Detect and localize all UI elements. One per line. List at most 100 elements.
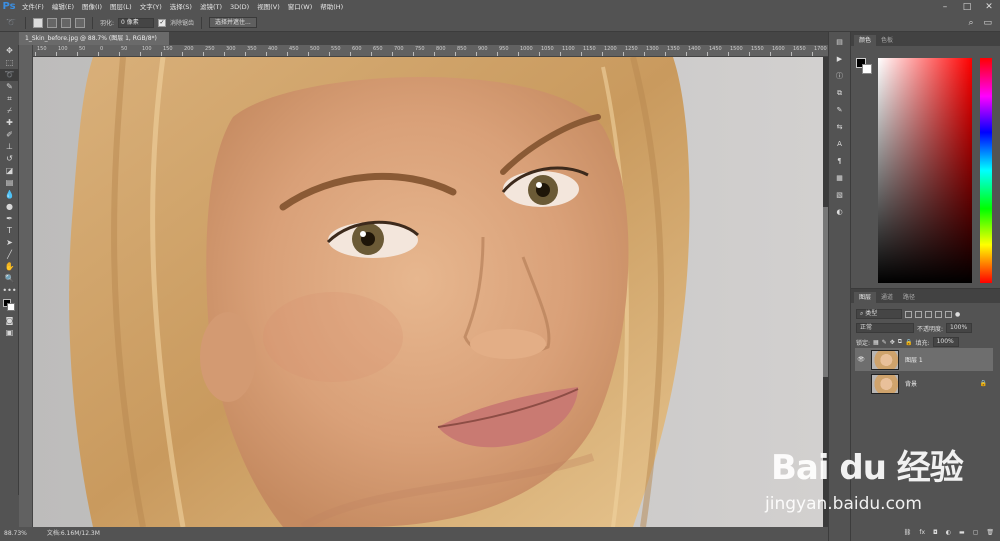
brush-tool-icon[interactable]: ✐ bbox=[0, 129, 19, 141]
properties-panel-icon[interactable]: ▧ bbox=[829, 189, 850, 202]
background-color-swatch[interactable] bbox=[7, 303, 15, 311]
menu-type[interactable]: 文字(Y) bbox=[136, 0, 166, 14]
gradient-tool-icon[interactable]: ▤ bbox=[0, 177, 19, 189]
navigator-panel-icon[interactable]: ⧉ bbox=[829, 87, 850, 100]
lock-position-icon[interactable]: ✥ bbox=[890, 339, 895, 346]
close-icon[interactable]: ✕ bbox=[978, 0, 1000, 14]
minimize-icon[interactable]: – bbox=[934, 0, 956, 14]
eraser-tool-icon[interactable]: ◪ bbox=[0, 165, 19, 177]
screen-mode-icon[interactable]: ▣ bbox=[0, 327, 19, 339]
hue-slider[interactable] bbox=[980, 58, 992, 283]
menu-window[interactable]: 窗口(W) bbox=[284, 0, 317, 14]
new-layer-icon[interactable]: ▢ bbox=[973, 529, 979, 536]
menu-filter[interactable]: 滤镜(T) bbox=[196, 0, 226, 14]
paragraph-panel-icon[interactable]: ¶ bbox=[829, 155, 850, 168]
marquee-tool-icon[interactable]: ⬚ bbox=[0, 57, 19, 69]
more-tools-icon[interactable]: ••• bbox=[0, 285, 19, 297]
tab-layers[interactable]: 图层 bbox=[854, 292, 877, 303]
line-tool-icon[interactable]: ╱ bbox=[0, 249, 19, 261]
menu-view[interactable]: 视图(V) bbox=[253, 0, 284, 14]
filter-pixel-icon[interactable] bbox=[905, 310, 912, 318]
document-tab[interactable]: 1_Skin_before.jpg @ 88.7% (图层 1, RGB/8*)… bbox=[19, 32, 169, 55]
lasso-tool-preset-icon[interactable]: ➰ bbox=[4, 17, 18, 29]
antialias-checkbox[interactable]: ✓ bbox=[158, 18, 167, 27]
filter-smart-object-icon[interactable] bbox=[945, 310, 952, 318]
layer-name[interactable]: 图层 1 bbox=[905, 355, 923, 364]
info-panel-icon[interactable]: ⓘ bbox=[829, 70, 850, 83]
select-and-mask-button[interactable]: 选择并遮住... bbox=[209, 17, 257, 28]
libraries-panel-icon[interactable]: ▦ bbox=[829, 172, 850, 185]
clone-stamp-tool-icon[interactable]: ⊥ bbox=[0, 141, 19, 153]
workspace-icon[interactable]: ▭ bbox=[983, 18, 992, 28]
crop-tool-icon[interactable]: ⌗ bbox=[0, 93, 19, 105]
lock-image-icon[interactable]: ✎ bbox=[882, 339, 887, 346]
color-panel-background-swatch[interactable] bbox=[862, 64, 872, 74]
path-selection-tool-icon[interactable]: ➤ bbox=[0, 237, 19, 249]
filter-adjustment-icon[interactable] bbox=[915, 310, 922, 318]
antialias-label: 消除锯齿 bbox=[170, 20, 195, 27]
filter-toggle-icon[interactable]: ● bbox=[955, 311, 960, 318]
blend-mode-select[interactable]: 正常 bbox=[856, 323, 914, 333]
maximize-icon[interactable]: □ bbox=[956, 0, 978, 14]
menu-layer[interactable]: 图层(L) bbox=[106, 0, 136, 14]
menu-image[interactable]: 图像(I) bbox=[78, 0, 106, 14]
tab-color[interactable]: 颜色 bbox=[854, 35, 877, 46]
add-to-selection-icon[interactable] bbox=[47, 17, 57, 28]
color-picker-field[interactable] bbox=[878, 58, 972, 283]
eye-icon[interactable]: 👁 bbox=[855, 356, 867, 363]
tab-swatches[interactable]: 色板 bbox=[876, 35, 898, 46]
layer-row-layer1[interactable]: 👁 图层 1 bbox=[855, 348, 993, 371]
ruler-tick-label: 600 bbox=[352, 46, 362, 52]
zoom-tool-icon[interactable]: 🔍 bbox=[0, 273, 19, 285]
menu-file[interactable]: 文件(F) bbox=[18, 0, 48, 14]
menu-3d[interactable]: 3D(D) bbox=[226, 0, 253, 14]
fill-input[interactable]: 100% bbox=[932, 337, 959, 347]
subtract-selection-icon[interactable] bbox=[61, 17, 71, 28]
menu-edit[interactable]: 编辑(E) bbox=[48, 0, 78, 14]
hand-tool-icon[interactable]: ✋ bbox=[0, 261, 19, 273]
brush-panel-icon[interactable]: ✎ bbox=[829, 104, 850, 117]
tab-channels[interactable]: 通道 bbox=[876, 292, 898, 303]
menu-select[interactable]: 选择(S) bbox=[166, 0, 196, 14]
blur-tool-icon[interactable]: 💧 bbox=[0, 189, 19, 201]
move-tool-icon[interactable]: ✥ bbox=[0, 45, 19, 57]
delete-layer-icon[interactable]: 🗑 bbox=[986, 529, 994, 536]
type-tool-icon[interactable]: T bbox=[0, 225, 19, 237]
intersect-selection-icon[interactable] bbox=[75, 17, 85, 28]
feather-input[interactable]: 0 像素 bbox=[118, 17, 155, 28]
layer-style-icon[interactable]: fx bbox=[919, 529, 925, 536]
lock-transparent-icon[interactable]: ▦ bbox=[873, 339, 879, 346]
styles-panel-icon[interactable]: ◐ bbox=[829, 206, 850, 219]
lock-artboard-icon[interactable]: ⧉ bbox=[898, 338, 902, 346]
layer-row-background[interactable]: 背景 🔒 bbox=[855, 372, 993, 395]
layer-name[interactable]: 背景 bbox=[905, 379, 917, 388]
actions-panel-icon[interactable]: ▶ bbox=[829, 53, 850, 66]
adjustments-panel-icon[interactable]: ⇆ bbox=[829, 121, 850, 134]
history-brush-tool-icon[interactable]: ↺ bbox=[0, 153, 19, 165]
add-mask-icon[interactable]: ◘ bbox=[933, 529, 938, 536]
tab-paths[interactable]: 路径 bbox=[898, 292, 920, 303]
lasso-tool-icon[interactable]: ➰ bbox=[0, 69, 19, 81]
new-selection-icon[interactable] bbox=[33, 17, 43, 28]
filter-type-icon[interactable] bbox=[925, 310, 932, 318]
healing-brush-tool-icon[interactable]: ✚ bbox=[0, 117, 19, 129]
eyedropper-tool-icon[interactable]: ⌿ bbox=[0, 105, 19, 117]
zoom-level[interactable]: 88.73% bbox=[4, 530, 27, 537]
menu-help[interactable]: 帮助(H) bbox=[316, 0, 347, 14]
color-swatches[interactable] bbox=[0, 297, 19, 315]
opacity-input[interactable]: 100% bbox=[946, 323, 973, 333]
new-group-icon[interactable]: ▬ bbox=[959, 529, 965, 536]
layer-filter-select[interactable]: ⌕ 类型 bbox=[856, 309, 902, 319]
adjustment-layer-icon[interactable]: ◐ bbox=[946, 529, 951, 536]
link-layers-icon[interactable]: ⛓ bbox=[904, 529, 912, 536]
search-icon[interactable]: ⌕ bbox=[968, 18, 973, 28]
lock-all-icon[interactable]: 🔒 bbox=[905, 339, 912, 346]
quick-select-tool-icon[interactable]: ✎ bbox=[0, 81, 19, 93]
quick-mask-icon[interactable]: ◙ bbox=[0, 315, 19, 327]
history-panel-icon[interactable]: ▤ bbox=[829, 36, 850, 49]
dodge-tool-icon[interactable]: ● bbox=[0, 201, 19, 213]
character-panel-icon[interactable]: A bbox=[829, 138, 850, 151]
pen-tool-icon[interactable]: ✒ bbox=[0, 213, 19, 225]
filter-shape-icon[interactable] bbox=[935, 310, 942, 318]
document-canvas[interactable] bbox=[33, 57, 823, 527]
